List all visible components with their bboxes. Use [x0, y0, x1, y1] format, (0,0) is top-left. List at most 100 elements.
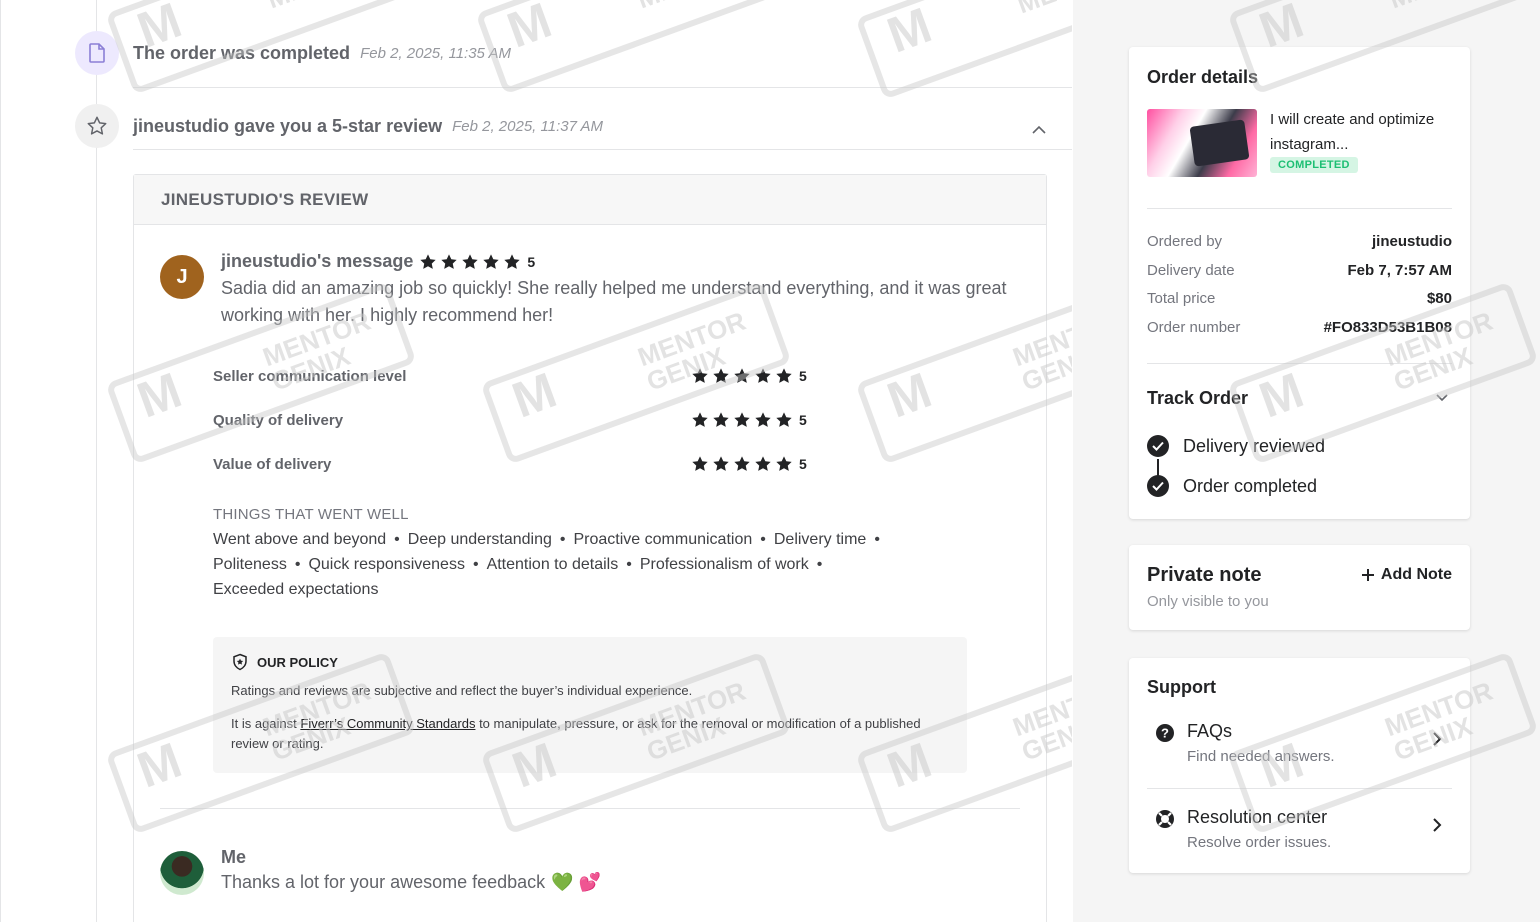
star-icon — [776, 412, 792, 427]
watermark-text: MENTOR — [1385, 0, 1501, 14]
gig-title[interactable]: I will create and optimize instagram... — [1270, 107, 1450, 157]
chevron-up-icon[interactable] — [1031, 124, 1047, 136]
info-key: Total price — [1147, 290, 1216, 307]
track-order-title[interactable]: Track Order — [1147, 388, 1248, 409]
check-circle-icon — [1147, 475, 1169, 497]
event-time: Feb 2, 2025, 11:37 AM — [452, 117, 604, 135]
star-icon — [755, 368, 771, 383]
status-badge: COMPLETED — [1270, 157, 1358, 173]
lifebuoy-icon — [1156, 810, 1174, 828]
order-info-row: Total price $80 — [1147, 290, 1452, 307]
private-note-title: Private note — [1147, 564, 1262, 586]
support-item-faqs[interactable]: ? FAQs Find needed answers. — [1147, 721, 1452, 781]
review-header: JINEUSTUDIO'S REVIEW — [134, 175, 1046, 225]
info-value: $80 — [1426, 290, 1452, 307]
star-icon — [462, 253, 478, 269]
avatar[interactable]: J — [160, 255, 204, 299]
criterion-row: Value of delivery 5 — [213, 452, 813, 476]
order-details-title: Order details — [1147, 67, 1259, 87]
avatar[interactable] — [160, 851, 204, 895]
info-key: Delivery date — [1147, 262, 1235, 279]
criterion-row: Seller communication level 5 — [213, 364, 813, 388]
tag: Quick responsiveness — [308, 556, 465, 573]
rating-value: 5 — [527, 253, 536, 270]
watermark-text: MENTOR — [263, 0, 379, 14]
order-activity-panel: The order was completed Feb 2, 2025, 11:… — [0, 0, 1072, 922]
star-icon — [734, 412, 750, 427]
criterion-label: Seller communication level — [213, 367, 407, 385]
private-note-card: Private note Only visible to you Add Not… — [1129, 545, 1470, 630]
chevron-down-icon[interactable] — [1435, 393, 1449, 403]
reviewer-label: jineustudio's message — [221, 251, 414, 271]
star-icon — [776, 368, 792, 383]
reply-message: Thanks a lot for your awesome feedback 💚… — [221, 872, 601, 893]
divider — [1147, 363, 1452, 364]
add-note-button[interactable]: Add Note — [1361, 566, 1452, 584]
star-icon — [483, 253, 499, 269]
things-went-well-list: Went above and beyond • Deep understanding… — [213, 531, 880, 598]
star-icon — [441, 253, 457, 269]
divider — [133, 149, 1072, 150]
reply-text: Thanks a lot for your awesome feedback — [221, 872, 546, 892]
star-icon — [755, 456, 771, 471]
document-icon — [75, 31, 119, 75]
watermark-text: MENTOR — [633, 0, 749, 14]
support-card: Support ? FAQs Find needed answers. Reso… — [1129, 658, 1470, 873]
star-icon — [692, 456, 708, 471]
star-icon — [734, 456, 750, 471]
star-icon — [504, 253, 520, 269]
tag: Delivery time — [773, 531, 867, 548]
order-details-card: Order details I will create and optimize… — [1129, 47, 1470, 519]
criterion-row: Quality of delivery 5 — [213, 408, 813, 432]
gig-thumbnail[interactable] — [1147, 109, 1257, 177]
order-info-row: Order number #FO833D53B1B08 — [1147, 319, 1452, 336]
star-icon — [713, 456, 729, 471]
tag: Professionalism of work — [639, 556, 809, 573]
tag: Proactive communication — [573, 531, 753, 548]
watermark: MMENTOR — [855, 0, 1072, 100]
star-rating: 5 — [691, 367, 807, 385]
support-item-subtitle: Resolve order issues. — [1187, 834, 1332, 851]
track-step-label: Delivery reviewed — [1183, 435, 1326, 456]
info-key: Ordered by — [1147, 233, 1223, 250]
community-standards-link[interactable]: Fiverr’s Community Standards — [300, 716, 475, 731]
heart-emoji-icon: 💚 💕 — [551, 872, 601, 892]
order-info-row: Ordered by jineustudio — [1147, 233, 1452, 250]
criterion-label: Quality of delivery — [213, 411, 344, 429]
star-icon — [713, 412, 729, 427]
event-time: Feb 2, 2025, 11:35 AM — [360, 44, 511, 62]
chevron-right-icon — [1433, 818, 1442, 832]
info-value: jineustudio — [1372, 233, 1452, 250]
check-circle-icon — [1147, 435, 1169, 457]
shield-star-icon — [233, 653, 247, 671]
order-sidebar: Order details I will create and optimize… — [1073, 0, 1540, 922]
tag: Politeness — [213, 556, 287, 573]
private-note-subtitle: Only visible to you — [1147, 593, 1269, 610]
track-step: Delivery reviewed — [1147, 435, 1325, 457]
support-item-subtitle: Find needed answers. — [1187, 748, 1335, 765]
star-icon — [734, 368, 750, 383]
timeline-event-completed: The order was completed Feb 2, 2025, 11:… — [75, 31, 511, 75]
star-rating: 5 — [691, 411, 807, 429]
star-rating: 5 — [691, 455, 807, 473]
support-item-resolution-center[interactable]: Resolution center Resolve order issues. — [1147, 807, 1452, 867]
support-title: Support — [1147, 677, 1216, 697]
rating-value: 5 — [799, 456, 807, 472]
watermark: MMENTOR — [475, 0, 787, 95]
policy-box: OUR POLICY Ratings and reviews are subje… — [213, 637, 967, 773]
star-icon — [755, 412, 771, 427]
info-key: Order number — [1147, 319, 1241, 336]
track-step: Order completed — [1147, 475, 1317, 497]
policy-text: It is against — [231, 716, 301, 731]
divider — [1147, 788, 1452, 789]
policy-title-text: OUR POLICY — [257, 654, 338, 670]
star-icon — [692, 412, 708, 427]
rating-value: 5 — [799, 368, 807, 384]
star-outline-icon — [75, 104, 119, 148]
divider — [160, 808, 1020, 809]
rating-value: 5 — [799, 412, 807, 428]
tag: Exceeded expectations — [213, 581, 379, 598]
event-text: The order was completed — [133, 42, 351, 63]
watermark-text: MENTOR — [1013, 0, 1072, 19]
tag: Deep understanding — [407, 531, 552, 548]
